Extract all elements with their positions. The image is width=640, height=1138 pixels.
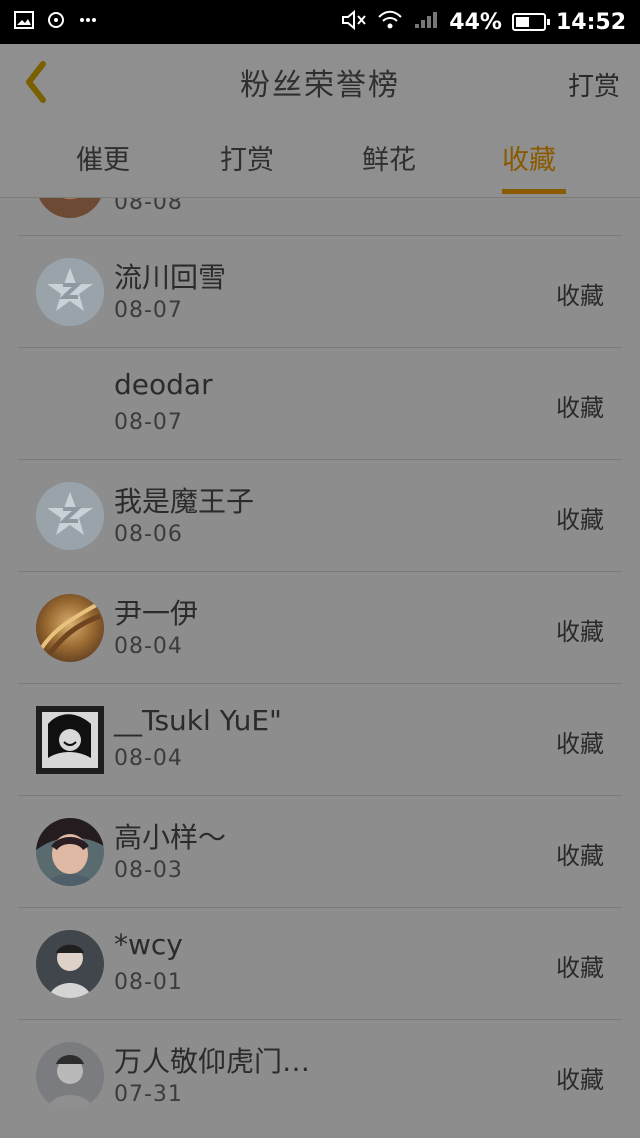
back-button[interactable] — [14, 56, 58, 108]
page-title: 粉丝荣誉榜 — [240, 68, 400, 103]
more-icon — [78, 11, 98, 33]
list-item[interactable]: *wcy 08-01 收藏 — [18, 908, 622, 1020]
avatar — [36, 594, 104, 662]
list-item[interactable]: 高小样～ 08-03 收藏 — [18, 796, 622, 908]
default-avatar-icon — [36, 482, 104, 550]
tab-reward[interactable]: 打赏 — [220, 138, 274, 177]
tab-bar: 催更 打赏 鲜花 收藏 — [0, 120, 640, 198]
favorite-label: 收藏 — [556, 842, 604, 870]
item-date: 07-31 — [114, 1082, 183, 1107]
item-name: 万人敬仰虎门… — [114, 1045, 311, 1078]
favorites-list: 08-08 流川回雪 08-07 收藏 deodar 08-07 收藏 我是魔王… — [0, 198, 640, 1138]
active-tab-indicator — [502, 189, 566, 194]
favorite-label: 收藏 — [556, 954, 604, 982]
avatar — [36, 370, 104, 438]
app-screen: 44% 14:52 粉丝荣誉榜 打赏 催更 打赏 鲜花 收藏 08-08 流川回… — [0, 0, 640, 1138]
camera-icon — [46, 11, 66, 33]
status-bar: 44% 14:52 — [0, 0, 640, 44]
item-date: 08-07 — [114, 298, 183, 323]
list-item[interactable]: 万人敬仰虎门… 07-31 收藏 — [18, 1020, 622, 1132]
tab-flowers[interactable]: 鲜花 — [362, 138, 416, 177]
favorite-label: 收藏 — [556, 1066, 604, 1094]
item-date: 08-06 — [114, 522, 183, 547]
battery-percent: 44% — [449, 9, 502, 35]
user-photo-avatar — [36, 930, 104, 998]
avatar — [36, 930, 104, 998]
item-date: 08-03 — [114, 858, 183, 883]
list-item[interactable]: 流川回雪 08-07 收藏 — [18, 236, 622, 348]
list-item[interactable]: 我是魔王子 08-06 收藏 — [18, 460, 622, 572]
user-photo-avatar — [36, 1042, 104, 1110]
avatar — [36, 818, 104, 886]
avatar — [36, 1042, 104, 1110]
back-arrow-icon — [26, 61, 46, 103]
signal-icon — [413, 10, 439, 34]
user-photo-avatar — [36, 594, 104, 662]
list-item[interactable]: deodar 08-07 收藏 — [18, 348, 622, 460]
item-name: __Tsukl YuE" — [114, 704, 282, 737]
list-item[interactable]: __Tsukl YuE" 08-04 收藏 — [18, 684, 622, 796]
favorite-label: 收藏 — [556, 506, 604, 534]
item-name: 尹一伊 — [114, 597, 199, 630]
status-left — [14, 11, 98, 33]
favorite-label: 收藏 — [556, 282, 604, 310]
avatar — [36, 258, 104, 326]
bottom-edge — [0, 1128, 640, 1138]
battery-icon — [511, 13, 550, 31]
user-photo-avatar — [36, 706, 104, 774]
tab-urge[interactable]: 催更 — [76, 138, 130, 177]
avatar — [36, 706, 104, 774]
default-avatar-icon — [36, 258, 104, 326]
favorite-label: 收藏 — [556, 618, 604, 646]
item-name: 高小样～ — [114, 821, 227, 854]
list-item[interactable]: 尹一伊 08-04 收藏 — [18, 572, 622, 684]
favorite-label: 收藏 — [556, 730, 604, 758]
user-photo-avatar — [36, 818, 104, 886]
item-name: deodar — [114, 368, 213, 401]
item-name: 流川回雪 — [114, 261, 227, 294]
mute-icon — [341, 9, 367, 34]
image-icon — [14, 11, 34, 33]
item-name: 我是魔王子 — [114, 485, 255, 518]
favorite-label: 收藏 — [556, 394, 604, 422]
avatar — [36, 198, 104, 218]
item-date: 08-04 — [114, 746, 183, 771]
item-date: 08-08 — [114, 198, 183, 215]
reward-button[interactable]: 打赏 — [568, 66, 620, 103]
item-date: 08-01 — [114, 970, 183, 995]
header: 粉丝荣誉榜 打赏 — [0, 44, 640, 121]
tab-favorites[interactable]: 收藏 — [502, 138, 556, 177]
partial-list-item[interactable]: 08-08 — [18, 198, 622, 236]
status-right: 44% 14:52 — [341, 10, 626, 35]
item-name: *wcy — [114, 928, 183, 961]
item-date: 08-04 — [114, 634, 183, 659]
avatar — [36, 482, 104, 550]
clock: 14:52 — [555, 9, 626, 35]
item-date: 08-07 — [114, 410, 183, 435]
wifi-icon — [377, 10, 403, 34]
